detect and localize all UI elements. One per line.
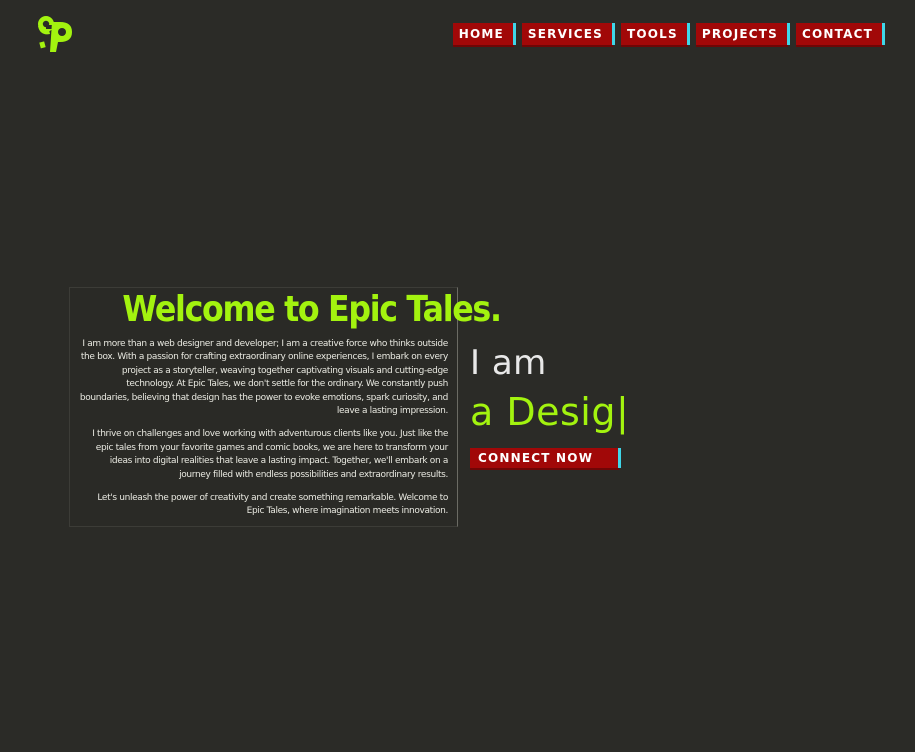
hero-intro: I am [470, 343, 547, 383]
nav-tools[interactable]: TOOLS [620, 23, 690, 47]
nav-projects[interactable]: PROJECTS [695, 23, 791, 47]
welcome-panel: Welcome to Epic Tales. I am more than a … [69, 287, 502, 527]
hero-typed-text: a Desig| [470, 390, 630, 434]
page: HOME SERVICES TOOLS PROJECTS CONTACT Wel… [0, 0, 915, 752]
welcome-paragraph-3: Let's unleash the power of creativity an… [97, 493, 448, 517]
welcome-paragraph-1: I am more than a web designer and develo… [79, 339, 449, 417]
nav-services[interactable]: SERVICES [521, 23, 616, 47]
nav-home[interactable]: HOME [452, 23, 517, 47]
main-nav: HOME SERVICES TOOLS PROJECTS CONTACT [452, 23, 885, 47]
ep-logo-icon[interactable] [34, 12, 78, 56]
welcome-title: Welcome to Epic Tales. [122, 289, 502, 330]
nav-contact[interactable]: CONTACT [796, 23, 885, 47]
connect-now-button[interactable]: CONNECT NOW [470, 448, 621, 470]
welcome-paragraph-2: I thrive on challenges and love working … [92, 429, 448, 480]
